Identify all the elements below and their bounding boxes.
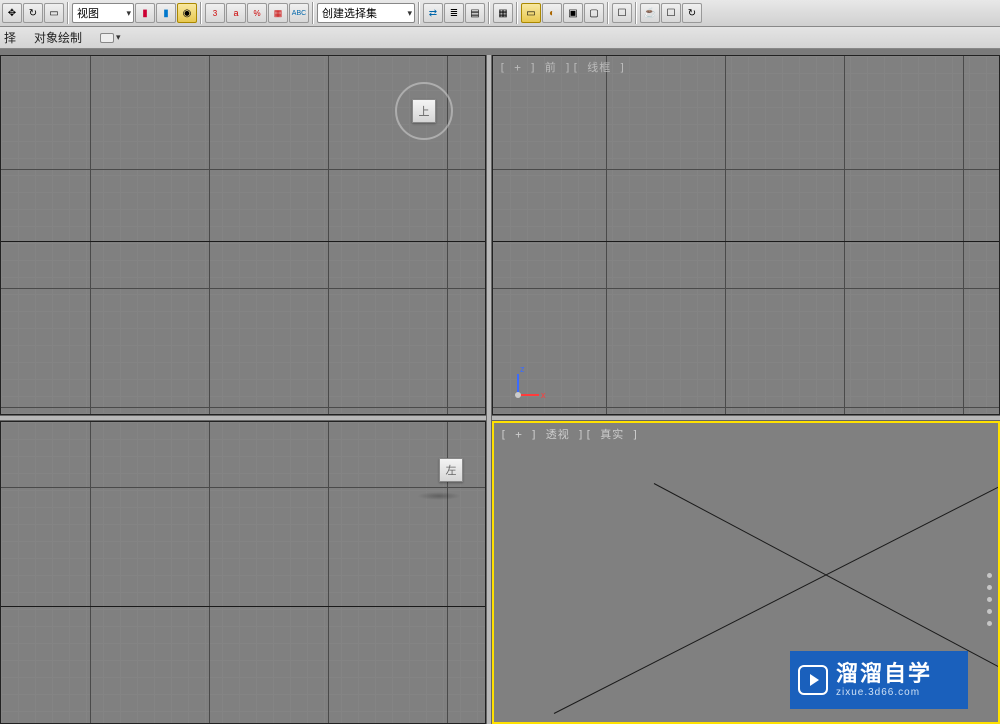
scale-tool-icon[interactable]: ▭ <box>44 3 64 23</box>
abc-icon[interactable]: ABC <box>289 3 309 23</box>
viewport-top[interactable]: 上 <box>0 55 486 415</box>
snap-pct-icon[interactable]: % <box>247 3 267 23</box>
render-preset-icon[interactable]: ☐ <box>661 3 681 23</box>
viewcube-face-label: 左 <box>446 462 457 478</box>
main-toolbar: ✥ ↻ ▭ 视图 ▮ ▮ ◉ 3 a % ▦ ABC 创建选择集 ⇄ ≣ ▤ ▦… <box>0 0 1000 27</box>
axis-gizmo: zx <box>511 366 547 402</box>
graph-icon[interactable]: ▦ <box>493 3 513 23</box>
material-icon[interactable]: ◐ <box>542 3 562 23</box>
watermark-title: 溜溜自学 <box>836 662 932 686</box>
viewcube[interactable]: 左 <box>439 458 463 482</box>
viewport-label[interactable]: [ + ] 透视 ][ 真实 ] <box>500 426 639 442</box>
view-mode-label: 视图 <box>77 5 99 21</box>
viewport-left[interactable]: 左 <box>0 421 486 724</box>
separator <box>607 2 609 24</box>
viewport-front[interactable]: [ + ] 前 ][ 线框 ] zx <box>492 55 1000 415</box>
separator <box>418 2 420 24</box>
render-setup-icon[interactable]: ▣ <box>563 3 583 23</box>
subbar-item-draw[interactable]: 对象绘制 <box>34 29 82 46</box>
viewcube[interactable]: 上 <box>412 99 436 123</box>
render-frame-icon[interactable]: ▢ <box>584 3 604 23</box>
render-output-icon[interactable]: ↻ <box>682 3 702 23</box>
separator <box>516 2 518 24</box>
move-tool-icon[interactable]: ✥ <box>2 3 22 23</box>
separator <box>488 2 490 24</box>
snap-toggle-icon[interactable]: ◉ <box>177 3 197 23</box>
separator <box>200 2 202 24</box>
grid-major <box>1 422 485 723</box>
watermark-badge: 溜溜自学 zixue.3d66.com <box>790 651 968 709</box>
rotate-tool-icon[interactable]: ↻ <box>23 3 43 23</box>
grid-major <box>493 56 999 414</box>
play-icon <box>798 665 828 695</box>
separator <box>312 2 314 24</box>
sub-toolbar: 择 对象绘制 <box>0 27 1000 49</box>
snap-3-icon[interactable]: 3 <box>205 3 225 23</box>
subbar-item-select[interactable]: 择 <box>4 29 16 46</box>
scroll-indicator <box>987 573 992 626</box>
layers-icon[interactable]: ▤ <box>465 3 485 23</box>
align-icon[interactable]: ≣ <box>444 3 464 23</box>
watermark-subtitle: zixue.3d66.com <box>836 687 932 698</box>
viewcube-container[interactable]: 左 <box>427 458 451 482</box>
view-mode-select[interactable]: 视图 <box>72 3 134 23</box>
viewcube-face-label: 上 <box>419 103 430 119</box>
viewport-label[interactable]: [ + ] 前 ][ 线框 ] <box>499 59 626 75</box>
axis-horizontal <box>1 606 485 607</box>
viewport-area: 上 [ + ] 前 ][ 线框 ] zx 左 [ + ] 透视 ][ 真实 ] <box>0 55 1000 724</box>
viewcube-ring[interactable]: 上 <box>395 82 453 140</box>
separator <box>635 2 637 24</box>
selection-set-select[interactable]: 创建选择集 <box>317 3 415 23</box>
toggle-2-icon[interactable]: ▮ <box>156 3 176 23</box>
separator <box>67 2 69 24</box>
snap-a-icon[interactable]: a <box>226 3 246 23</box>
schematic-icon[interactable]: ▭ <box>521 3 541 23</box>
axis-horizontal <box>493 241 999 242</box>
quick-render-icon[interactable]: ☕ <box>640 3 660 23</box>
selection-set-label: 创建选择集 <box>322 5 377 21</box>
axis-horizontal <box>1 241 485 242</box>
toggle-1-icon[interactable]: ▮ <box>135 3 155 23</box>
snap-grid-icon[interactable]: ▦ <box>268 3 288 23</box>
render-icon[interactable]: ☐ <box>612 3 632 23</box>
subbar-dropdown[interactable] <box>100 32 121 43</box>
mirror-icon[interactable]: ⇄ <box>423 3 443 23</box>
